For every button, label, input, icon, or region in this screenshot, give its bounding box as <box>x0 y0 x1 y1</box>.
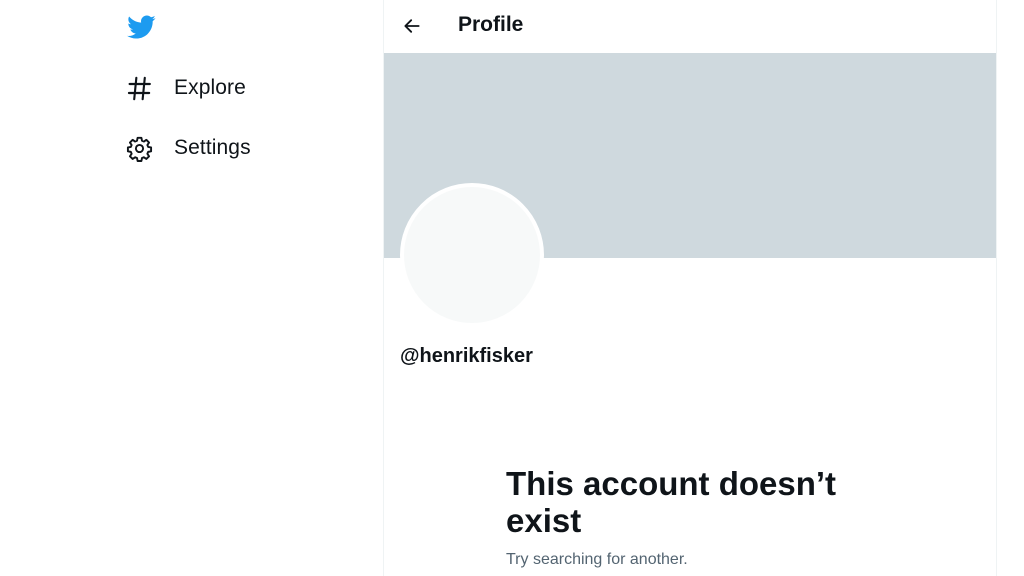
empty-state: This account doesn’t exist Try searching… <box>506 465 866 569</box>
gear-icon <box>124 133 154 163</box>
page-title: Profile <box>458 13 524 36</box>
sidebar-item-explore[interactable]: Explore <box>124 66 246 110</box>
sidebar-nav: Explore Settings <box>0 0 384 576</box>
empty-state-subtitle: Try searching for another. <box>506 551 688 568</box>
empty-state-title: This account doesn’t exist <box>506 465 837 539</box>
sidebar-item-label: Settings <box>174 136 251 159</box>
profile-handle: @henrikfisker <box>400 345 533 367</box>
arrow-left-icon <box>402 16 422 36</box>
hashtag-icon <box>124 73 154 103</box>
back-button[interactable] <box>396 10 428 42</box>
app-root: Explore Settings Profile @henrikfisker T… <box>0 0 1024 576</box>
profile-header: Profile <box>384 0 996 53</box>
avatar <box>400 183 544 327</box>
sidebar-item-settings[interactable]: Settings <box>124 126 251 170</box>
main-column: Profile @henrikfisker This account doesn… <box>383 0 997 576</box>
sidebar-item-label: Explore <box>174 76 246 99</box>
twitter-bird-icon[interactable] <box>124 12 158 42</box>
